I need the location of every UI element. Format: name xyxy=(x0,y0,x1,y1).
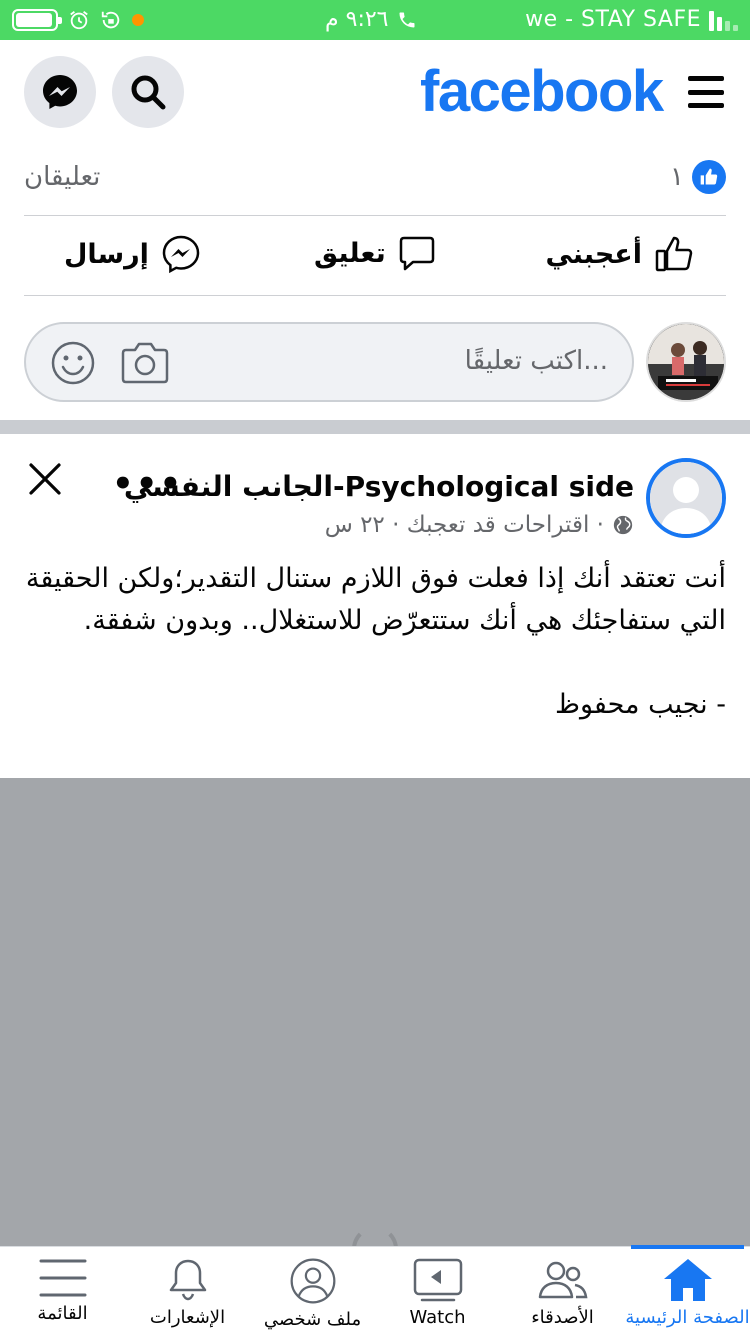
nav-label-home: الصفحة الرئيسية xyxy=(625,1307,750,1328)
messenger-button[interactable] xyxy=(24,56,96,128)
alarm-icon xyxy=(70,11,88,30)
nav-item-profile[interactable]: ملف شخصي xyxy=(250,1247,375,1334)
app-header: facebook xyxy=(0,40,750,144)
like-label: أعجبني xyxy=(545,238,642,270)
post-actions: أعجبني تعليق إرسال xyxy=(24,216,726,296)
comment-input[interactable]: اكتب تعليقًا... xyxy=(24,322,634,402)
search-button[interactable] xyxy=(112,56,184,128)
battery-icon xyxy=(12,9,62,31)
nav-label-notifications: الإشعارات xyxy=(149,1307,226,1328)
status-time: ٩:٢٦ م xyxy=(325,7,417,32)
friends-icon xyxy=(538,1261,587,1299)
send-button[interactable]: إرسال xyxy=(64,234,201,274)
comments-count[interactable]: تعليقان xyxy=(24,162,100,192)
carrier-info: we - STAY SAFE xyxy=(525,7,738,32)
like-button[interactable]: أعجبني xyxy=(545,234,694,274)
nav-label-menu: القائمة xyxy=(37,1303,88,1324)
status-bar: ٩:٢٦ م we - STAY SAFE xyxy=(0,0,750,40)
camera-icon[interactable] xyxy=(120,340,170,386)
watch-icon xyxy=(413,1258,462,1302)
search-icon xyxy=(131,75,166,110)
like-count: ١ xyxy=(670,162,684,192)
reactions-summary: تعليقان ١ xyxy=(24,144,726,216)
feed-divider xyxy=(0,420,750,434)
facebook-logo[interactable]: facebook xyxy=(420,58,664,125)
bell-icon xyxy=(169,1259,206,1301)
messenger-send-icon xyxy=(162,235,200,274)
rotation-lock-icon xyxy=(101,11,120,29)
phone-icon xyxy=(399,12,414,27)
comment-placeholder: اكتب تعليقًا... xyxy=(464,346,608,376)
recording-dot-icon xyxy=(132,14,144,26)
menu-icon xyxy=(39,1259,86,1297)
comment-bubble-icon xyxy=(399,236,435,271)
user-avatar[interactable] xyxy=(646,322,726,402)
home-icon xyxy=(663,1259,712,1301)
profile-icon xyxy=(290,1258,335,1304)
post-meta-text: اقتراحات قد تعجبك · ٢٢ س · xyxy=(324,512,604,538)
clock: ٩:٢٦ م xyxy=(325,7,389,32)
hamburger-menu-icon[interactable] xyxy=(688,76,724,108)
post-media-placeholder[interactable] xyxy=(0,778,750,1272)
nav-item-watch[interactable]: Watch xyxy=(375,1247,500,1334)
like-summary[interactable]: ١ xyxy=(670,160,726,194)
nav-label-friends: الأصدقاء xyxy=(531,1307,594,1328)
more-options-icon[interactable]: ••• xyxy=(112,464,183,504)
status-icons xyxy=(12,8,144,32)
bottom-navigation: القائمة الإشعارات ملف شخصي Watch الأصدقا… xyxy=(0,1245,750,1334)
carrier-name: we - STAY SAFE xyxy=(525,7,701,32)
like-reaction-icon xyxy=(692,160,726,194)
nav-item-notifications[interactable]: الإشعارات xyxy=(125,1247,250,1334)
default-profile-icon xyxy=(650,462,722,534)
comment-button[interactable]: تعليق xyxy=(314,234,436,272)
messenger-icon xyxy=(43,75,77,109)
nav-item-home[interactable]: الصفحة الرئيسية xyxy=(625,1245,750,1334)
post-author[interactable]: الجانب النفسي-Psychological side xyxy=(124,470,634,503)
thumbs-up-icon xyxy=(655,236,693,272)
close-icon[interactable] xyxy=(28,462,62,496)
nav-item-menu[interactable]: القائمة xyxy=(0,1247,125,1334)
comment-label: تعليق xyxy=(314,237,386,269)
post-text: أنت تعتقد أنك إذا فعلت فوق اللازم ستنال … xyxy=(25,563,726,720)
feed-post: الجانب النفسي-Psychological side اقتراحا… xyxy=(0,434,750,778)
emoji-icon[interactable] xyxy=(50,340,96,386)
send-label: إرسال xyxy=(64,238,149,270)
signal-icon xyxy=(709,9,738,31)
nav-label-profile: ملف شخصي xyxy=(263,1309,362,1330)
nav-label-watch: Watch xyxy=(409,1307,466,1328)
post-meta: اقتراحات قد تعجبك · ٢٢ س · xyxy=(325,512,634,538)
nav-item-friends[interactable]: الأصدقاء xyxy=(500,1247,625,1334)
globe-icon xyxy=(613,515,633,535)
page-avatar[interactable] xyxy=(646,458,726,538)
